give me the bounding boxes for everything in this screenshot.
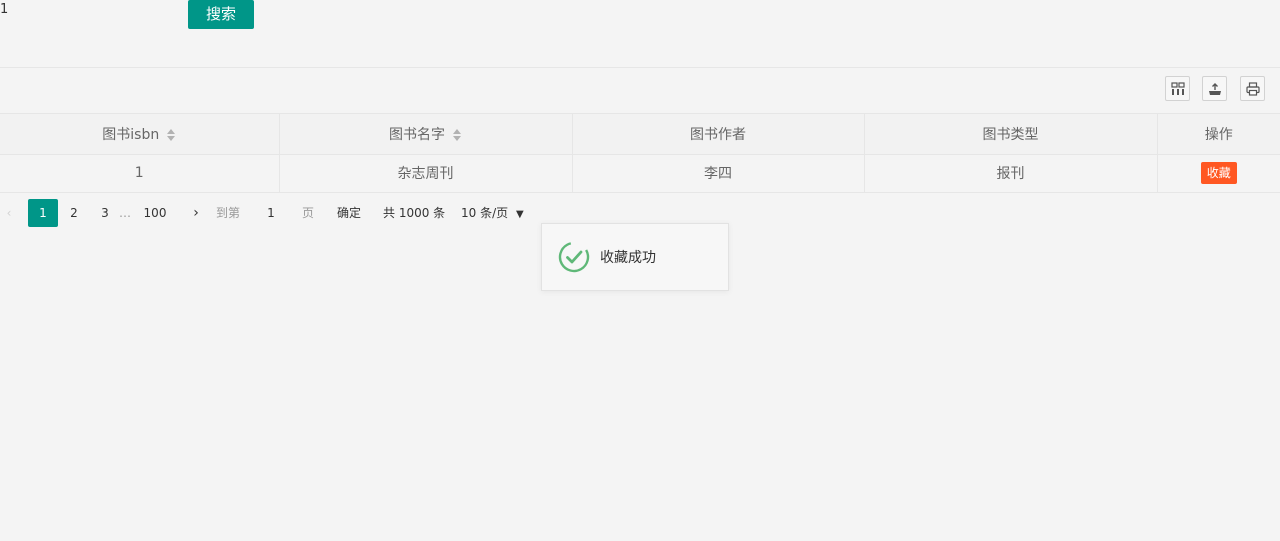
header-type: 图书类型 xyxy=(864,114,1158,155)
header-action: 操作 xyxy=(1157,114,1280,155)
search-button[interactable]: 搜索 xyxy=(188,0,254,29)
success-toast: 收藏成功 xyxy=(541,223,729,291)
cell-action: 收藏 xyxy=(1157,154,1280,193)
goto-label: 到第 xyxy=(216,206,241,220)
goto-page-input[interactable]: 1 xyxy=(258,199,284,227)
header-name[interactable]: 图书名字 xyxy=(279,114,573,155)
sort-icon[interactable] xyxy=(167,128,176,141)
total-count: 共 1000 条 xyxy=(383,206,446,220)
favorite-button[interactable]: 收藏 xyxy=(1200,162,1237,184)
page-last[interactable]: 100 xyxy=(140,199,170,227)
page-3[interactable]: 3 xyxy=(90,199,120,227)
page-1[interactable]: 1 xyxy=(28,199,58,227)
check-circle-icon xyxy=(558,241,590,273)
cell-name: 杂志周刊 xyxy=(279,154,573,193)
print-icon xyxy=(1245,81,1260,96)
sort-icon[interactable] xyxy=(453,128,462,141)
page-2[interactable]: 2 xyxy=(59,199,89,227)
table-toolbar xyxy=(0,68,1280,114)
page-size-value: 10 条/页 xyxy=(461,206,509,220)
columns-filter-button[interactable] xyxy=(1165,76,1190,101)
chevron-down-icon: ▼ xyxy=(515,209,524,220)
columns-icon xyxy=(1170,81,1185,95)
table-header-row: 图书isbn 图书名字 图书作者 图书类型 操作 xyxy=(0,114,1280,155)
header-isbn[interactable]: 图书isbn xyxy=(0,114,280,155)
toast-message: 收藏成功 xyxy=(600,250,656,266)
print-button[interactable] xyxy=(1240,76,1265,101)
pager-ellipsis: … xyxy=(119,206,131,220)
header-author: 图书作者 xyxy=(572,114,865,155)
export-icon xyxy=(1208,82,1221,95)
header-isbn-label: 图书isbn xyxy=(102,126,160,143)
cell-author: 李四 xyxy=(572,154,865,193)
goto-confirm-button[interactable]: 确定 xyxy=(337,199,361,227)
cell-isbn: 1 xyxy=(0,154,280,193)
header-name-label: 图书名字 xyxy=(389,126,445,143)
prev-page-button[interactable]: ‹ xyxy=(0,199,18,227)
page-suffix: 页 xyxy=(302,206,315,220)
page-size-select[interactable]: 10 条/页 ▼ xyxy=(461,199,524,227)
cell-type: 报刊 xyxy=(864,154,1158,193)
book-table: 图书isbn 图书名字 图书作者 图书类型 操作 1 杂志周刊 李四 报刊 收藏 xyxy=(0,114,1280,193)
data-table: 图书isbn 图书名字 图书作者 图书类型 操作 1 杂志周刊 李四 报刊 收藏 xyxy=(0,67,1280,193)
next-page-button[interactable]: › xyxy=(186,199,206,227)
table-row: 1 杂志周刊 李四 报刊 收藏 xyxy=(0,154,1280,193)
export-button[interactable] xyxy=(1202,76,1227,101)
page: 1 搜索 图书isbn 图书名字 图书作者 图书类型 操作 1 杂志周刊 李四 … xyxy=(0,0,1280,541)
search-input[interactable]: 1 xyxy=(0,2,180,20)
